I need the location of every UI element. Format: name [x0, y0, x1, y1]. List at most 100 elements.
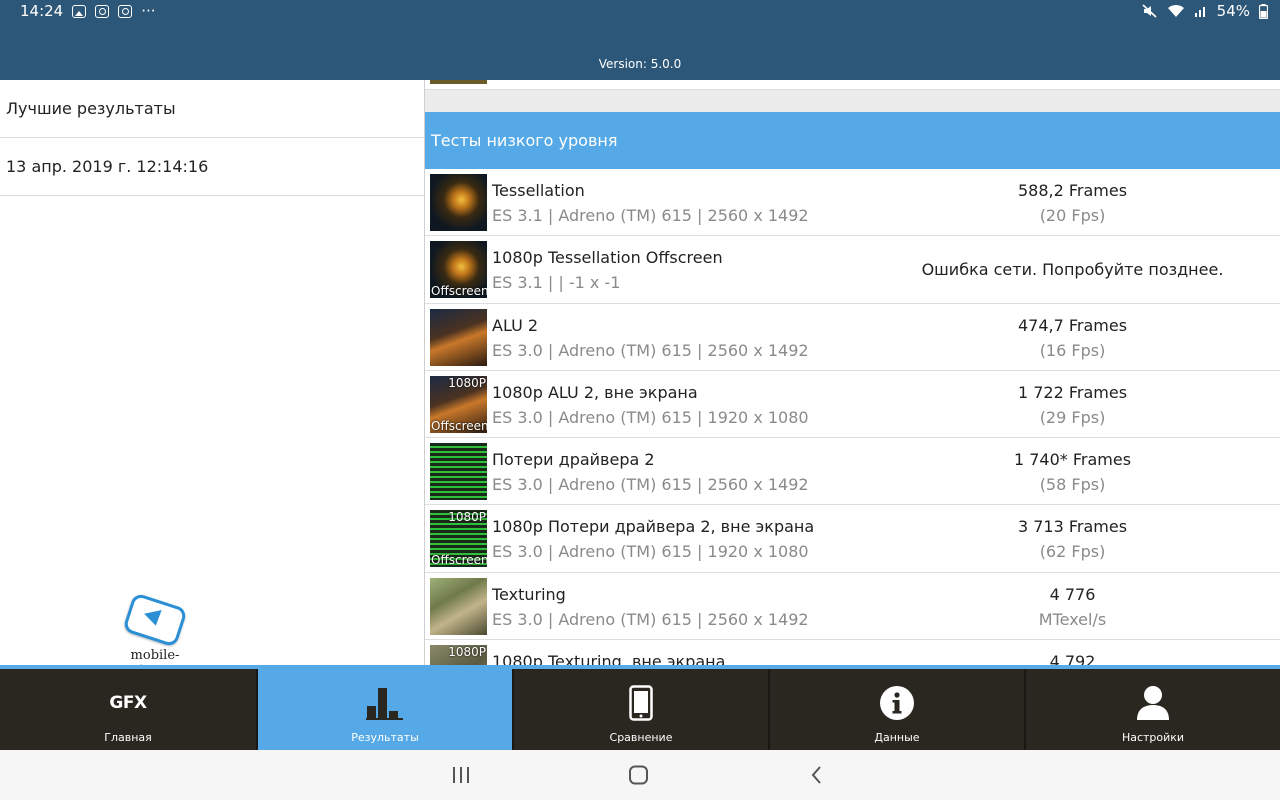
tab-label: Результаты — [351, 731, 419, 744]
battery-icon — [1259, 3, 1268, 19]
test-name: 1080p Tessellation Offscreen — [492, 248, 723, 268]
tab-label: Сравнение — [609, 731, 673, 744]
user-icon — [1137, 686, 1169, 720]
status-left: 14:24 ··· — [20, 2, 156, 20]
tab-label: Настройки — [1121, 731, 1185, 744]
test-details: ES 3.0 | Adreno (TM) 615 | 1920 x 1080 — [492, 407, 809, 427]
1080p-tag: 1080P — [448, 645, 486, 660]
recent-apps-button[interactable] — [446, 763, 476, 787]
recent-apps-icon — [453, 767, 469, 783]
test-row-tessellation[interactable]: Tessellation ES 3.1 | Adreno (TM) 615 | … — [425, 169, 1280, 237]
test-thumbnail — [430, 577, 487, 635]
section-header-low-level: Тесты низкого уровня — [425, 112, 1280, 169]
test-fps: (20 Fps) — [1039, 206, 1106, 225]
test-name: ALU 2 — [492, 315, 539, 335]
screen: 14:24 ··· 54% Version: 5.0.0 Лучшие резу… — [0, 0, 1280, 800]
home-button[interactable] — [624, 763, 654, 787]
test-thumbnail — [430, 174, 487, 231]
1080p-tag: 1080P — [448, 375, 486, 390]
offscreen-tag: Offscreen — [431, 284, 487, 299]
back-button[interactable] — [802, 763, 832, 787]
instagram-notification-icon — [95, 4, 110, 18]
left-panel: Лучшие результаты 13 апр. 2019 г. 12:14:… — [0, 80, 425, 678]
home-icon — [629, 765, 648, 785]
test-name: Texturing — [492, 584, 566, 604]
test-row-driver-overhead2[interactable]: Потери драйвера 2 ES 3.0 | Adreno (TM) 6… — [425, 438, 1280, 506]
watermark-logo-icon — [122, 592, 188, 648]
test-score: 1 722 Frames — [1017, 382, 1128, 402]
test-name: Tessellation — [492, 181, 585, 200]
test-fps: (29 Fps) — [1039, 407, 1106, 427]
tab-label: Главная — [104, 731, 152, 744]
back-icon — [811, 766, 821, 784]
tab-label: Данные — [874, 731, 920, 744]
1080p-tag: 1080P — [448, 510, 486, 525]
version-label: Version: 5.0.0 — [598, 57, 682, 71]
test-name: 1080p Texturing, вне экрана — [492, 652, 726, 665]
tab-data[interactable]: Данные — [768, 669, 1024, 750]
info-icon — [880, 686, 914, 720]
test-fps: (62 Fps) — [1039, 542, 1106, 562]
test-row-tessellation-offscreen[interactable]: Offscreen 1080p Tessellation Offscreen E… — [425, 236, 1280, 304]
test-name: Потери драйвера 2 — [492, 450, 655, 470]
test-details: ES 3.1 | | -1 x -1 — [492, 273, 621, 293]
test-score: 3 713 Frames — [1017, 517, 1128, 537]
offscreen-tag: Offscreen — [431, 553, 487, 568]
test-fps: (58 Fps) — [1039, 475, 1106, 495]
wifi-icon — [1167, 4, 1184, 17]
results-panel[interactable]: Тесты низкого уровня Tessellation ES 3.1… — [425, 80, 1280, 665]
test-name: 1080p Потери драйвера 2, вне экрана — [492, 517, 815, 537]
test-details: ES 3.0 | Adreno (TM) 615 | 2560 x 1492 — [492, 609, 809, 629]
previous-row-remnant — [425, 80, 1280, 90]
test-thumbnail: Offscreen — [430, 241, 487, 299]
section-gap — [425, 90, 1280, 112]
test-thumbnail — [430, 308, 487, 366]
network-error-message: Ошибка сети. Попробуйте позднее. — [921, 260, 1224, 280]
test-row-alu2-offscreen[interactable]: 1080P Offscreen 1080p ALU 2, вне экрана … — [425, 371, 1280, 439]
test-details: ES 3.0 | Adreno (TM) 615 | 2560 x 1492 — [492, 340, 809, 360]
test-score: 4 792 — [1049, 652, 1096, 665]
test-score: 1 740* Frames — [1013, 450, 1132, 470]
test-thumbnail: 1080P Offscreen — [430, 375, 487, 433]
tab-settings[interactable]: Настройки — [1024, 669, 1280, 750]
test-fps: (16 Fps) — [1039, 340, 1106, 360]
battery-percent: 54% — [1216, 2, 1250, 20]
best-results-item[interactable]: Лучшие результаты — [0, 80, 424, 138]
test-score: 474,7 Frames — [1017, 315, 1128, 335]
result-date-item[interactable]: 13 апр. 2019 г. 12:14:16 — [0, 138, 424, 196]
app-header: Version: 5.0.0 — [0, 22, 1280, 80]
offscreen-tag: Offscreen — [431, 418, 487, 433]
mute-icon — [1142, 4, 1157, 18]
test-details: ES 3.0 | Adreno (TM) 615 | 2560 x 1492 — [492, 475, 809, 495]
test-score: 588,2 Frames — [1017, 181, 1128, 200]
test-row-texturing[interactable]: Texturing ES 3.0 | Adreno (TM) 615 | 256… — [425, 573, 1280, 641]
tab-compare[interactable]: Сравнение — [512, 669, 768, 750]
gallery-notification-icon — [72, 4, 87, 18]
test-unit: MTexel/s — [1038, 609, 1107, 629]
test-thumbnail: 1080P — [430, 645, 487, 665]
test-row-driver-overhead2-offscreen[interactable]: 1080P Offscreen 1080p Потери драйвера 2,… — [425, 505, 1280, 573]
gfx-logo-icon: GFX — [109, 693, 147, 713]
test-row-alu2[interactable]: ALU 2 ES 3.0 | Adreno (TM) 615 | 2560 x … — [425, 304, 1280, 371]
test-score: 4 776 — [1049, 584, 1096, 604]
previous-row-thumbnail — [430, 80, 487, 84]
test-row-texturing-offscreen[interactable]: 1080P 1080p Texturing, вне экрана 4 792 — [425, 640, 1280, 665]
test-list: Tessellation ES 3.1 | Adreno (TM) 615 | … — [425, 169, 1280, 665]
system-nav-bar — [0, 750, 1280, 800]
test-thumbnail: 1080P Offscreen — [430, 510, 487, 568]
test-thumbnail — [430, 443, 487, 501]
tab-home[interactable]: GFX Главная — [0, 669, 256, 750]
status-right: 54% — [1142, 2, 1268, 20]
test-details: ES 3.1 | Adreno (TM) 615 | 2560 x 1492 — [492, 206, 809, 225]
bottom-tab-bar: GFX Главная Результаты Сравнение Данные … — [0, 669, 1280, 750]
test-name: 1080p ALU 2, вне экрана — [492, 382, 698, 402]
phone-icon — [629, 685, 653, 721]
instagram-notification-icon-2 — [118, 4, 133, 18]
test-details: ES 3.0 | Adreno (TM) 615 | 1920 x 1080 — [492, 542, 809, 562]
status-time: 14:24 — [20, 2, 64, 20]
tab-results[interactable]: Результаты — [256, 669, 512, 750]
bar-chart-icon — [366, 688, 403, 720]
signal-icon — [1194, 7, 1205, 17]
status-bar: 14:24 ··· 54% — [0, 0, 1280, 22]
more-notifications-icon: ··· — [141, 2, 156, 20]
